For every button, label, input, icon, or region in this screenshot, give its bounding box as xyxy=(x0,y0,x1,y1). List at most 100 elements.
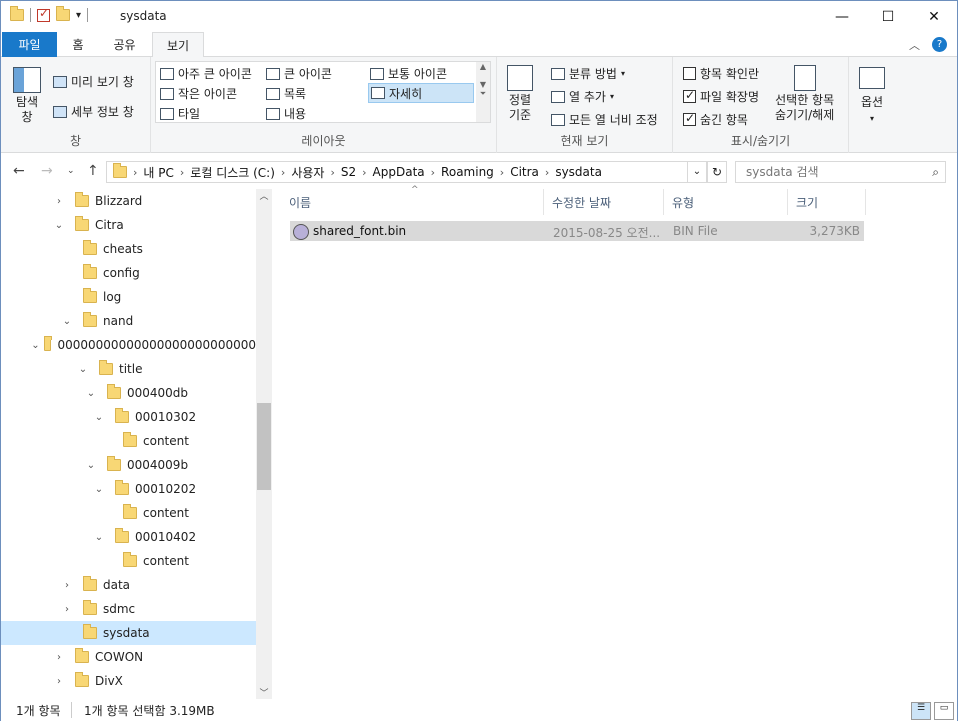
tree-item[interactable]: content xyxy=(1,429,256,453)
tree-item[interactable]: ⌄ 00010302 xyxy=(1,405,256,429)
customize-toolbar-icon[interactable]: ▾ xyxy=(76,10,81,21)
column-header-size[interactable]: 크기 xyxy=(788,189,866,215)
tree-item[interactable]: ⌄ 00010202 xyxy=(1,477,256,501)
tree-item[interactable]: › DivX xyxy=(1,669,256,693)
tree-item[interactable]: ⌄ 000400db xyxy=(1,381,256,405)
maximize-button[interactable]: ☐ xyxy=(865,1,911,32)
preview-pane-button[interactable]: 미리 보기 창 xyxy=(53,73,134,90)
column-header-type[interactable]: 유형 xyxy=(664,189,788,215)
layout-list[interactable]: 목록 xyxy=(266,85,306,102)
collapse-icon[interactable]: ⌄ xyxy=(93,532,105,543)
layout-large[interactable]: 큰 아이콘 xyxy=(266,65,332,82)
collapse-icon[interactable]: ⌄ xyxy=(61,316,73,327)
tiles-icon xyxy=(160,107,174,120)
close-button[interactable]: ✕ xyxy=(911,1,957,32)
expand-icon[interactable]: › xyxy=(53,196,65,207)
layout-small[interactable]: 작은 아이콘 xyxy=(160,85,237,102)
size-all-columns-button[interactable]: 모든 열 너비 조정 xyxy=(551,111,658,128)
tree-item[interactable]: › Blizzard xyxy=(1,189,256,213)
tree-item[interactable]: content xyxy=(1,501,256,525)
sort-by-button[interactable]: 정렬 기준 xyxy=(507,65,533,123)
tab-share[interactable]: 공유 xyxy=(102,32,147,57)
tree-item[interactable]: ⌄ 00000000000000000000000000 xyxy=(1,333,256,357)
minimize-button[interactable]: — xyxy=(819,1,865,32)
breadcrumb[interactable]: 내 PC xyxy=(143,164,173,181)
up-button[interactable]: ↑ xyxy=(87,163,99,179)
nav-pane-button[interactable]: 탐색 창 xyxy=(13,67,41,125)
scroll-up-icon[interactable]: ︿ xyxy=(256,189,272,202)
layout-tiles[interactable]: 타일 xyxy=(160,105,200,122)
scroll-thumb[interactable] xyxy=(257,403,271,490)
breadcrumb[interactable]: Citra xyxy=(510,165,539,179)
collapse-icon[interactable]: ⌄ xyxy=(77,364,89,375)
layout-extra-large[interactable]: 아주 큰 아이콘 xyxy=(160,65,252,82)
collapse-icon[interactable]: ⌄ xyxy=(31,340,39,351)
breadcrumb[interactable]: sysdata xyxy=(555,165,602,179)
add-columns-button[interactable]: 열 추가 ▾ xyxy=(551,88,614,105)
address-bar[interactable]: › 내 PC › 로컬 디스크 (C:) › 사용자 › S2 › AppData › R… xyxy=(106,161,707,183)
file-row[interactable]: shared_font.bin 2015-08-25 오전... BIN Fil… xyxy=(290,221,864,241)
breadcrumb[interactable]: 사용자 xyxy=(291,164,324,181)
expand-icon[interactable]: › xyxy=(61,604,73,615)
separator xyxy=(87,8,89,22)
tree-item[interactable]: ⌄ 0004009b xyxy=(1,453,256,477)
column-header-date[interactable]: 수정한 날짜 xyxy=(544,189,664,215)
file-extensions-toggle[interactable]: 파일 확장명 xyxy=(683,88,759,105)
large-icons-view-button[interactable]: ▭ xyxy=(934,702,954,720)
properties-icon[interactable] xyxy=(37,6,50,22)
tree-item[interactable]: sysdata xyxy=(1,621,256,645)
scroll-down-icon[interactable]: ﹀ xyxy=(256,686,272,699)
address-history-dropdown[interactable]: ⌄ xyxy=(687,161,707,183)
hidden-items-toggle[interactable]: 숨긴 항목 xyxy=(683,111,748,128)
collapse-icon[interactable]: ⌄ xyxy=(85,460,97,471)
details-view-button[interactable]: ☰ xyxy=(911,702,931,720)
refresh-button[interactable]: ↻ xyxy=(707,161,727,183)
tree-item[interactable]: › data xyxy=(1,573,256,597)
tab-home[interactable]: 홈 xyxy=(59,32,97,57)
help-icon[interactable]: ? xyxy=(932,37,947,52)
dropdown-icon: ▾ xyxy=(609,92,614,101)
recent-locations-icon[interactable]: ⌄ xyxy=(67,166,75,176)
layout-gallery-scroll[interactable]: ▲ ▼ ⏷ xyxy=(476,62,490,122)
folder-icon xyxy=(75,672,89,687)
column-header-name[interactable]: 이름 ^ xyxy=(281,185,544,215)
tree-item[interactable]: ⌄ 00010402 xyxy=(1,525,256,549)
tree-item[interactable]: log xyxy=(1,285,256,309)
tree-item[interactable]: content xyxy=(1,549,256,573)
breadcrumb[interactable]: 로컬 디스크 (C:) xyxy=(190,164,275,181)
expand-icon[interactable]: › xyxy=(61,580,73,591)
tree-item[interactable]: ⌄ title xyxy=(1,357,256,381)
tree-item[interactable]: config xyxy=(1,261,256,285)
layout-content[interactable]: 내용 xyxy=(266,105,306,122)
forward-button[interactable]: → xyxy=(41,163,53,179)
collapse-icon[interactable]: ⌄ xyxy=(93,484,105,495)
breadcrumb[interactable]: Roaming xyxy=(441,165,494,179)
search-input[interactable]: sysdata 검색 ⌕ xyxy=(735,161,946,183)
breadcrumb[interactable]: S2 xyxy=(341,165,356,179)
collapse-icon[interactable]: ⌄ xyxy=(53,220,65,231)
collapse-icon[interactable]: ⌄ xyxy=(85,388,97,399)
details-pane-button[interactable]: 세부 정보 창 xyxy=(53,103,134,120)
layout-medium[interactable]: 보통 아이콘 xyxy=(370,65,447,82)
tab-view[interactable]: 보기 xyxy=(152,32,204,58)
tree-item[interactable]: › COWON xyxy=(1,645,256,669)
collapse-ribbon-icon[interactable]: ︿ xyxy=(909,37,920,53)
item-checkboxes-toggle[interactable]: 항목 확인란 xyxy=(683,65,759,82)
expand-icon[interactable]: › xyxy=(53,652,65,663)
breadcrumb[interactable]: AppData xyxy=(373,165,425,179)
layout-details[interactable]: 자세히 xyxy=(368,83,474,103)
hide-selected-button[interactable]: 선택한 항목 숨기기/해제 xyxy=(775,65,834,123)
tab-file[interactable]: 파일 xyxy=(2,32,57,57)
collapse-icon[interactable]: ⌄ xyxy=(93,412,105,423)
group-by-button[interactable]: 분류 방법 ▾ xyxy=(551,65,625,82)
dropdown-icon: ▾ xyxy=(620,69,625,78)
expand-icon[interactable]: › xyxy=(53,676,65,687)
tree-scrollbar[interactable]: ︿ ﹀ xyxy=(256,189,272,699)
tree-item[interactable]: › sdmc xyxy=(1,597,256,621)
new-folder-icon[interactable] xyxy=(56,6,70,21)
tree-item[interactable]: ⌄ Citra xyxy=(1,213,256,237)
tree-item[interactable]: ⌄ nand xyxy=(1,309,256,333)
options-button[interactable]: 옵션 ▾ xyxy=(859,67,885,123)
tree-item[interactable]: cheats xyxy=(1,237,256,261)
back-button[interactable]: ← xyxy=(13,163,25,179)
